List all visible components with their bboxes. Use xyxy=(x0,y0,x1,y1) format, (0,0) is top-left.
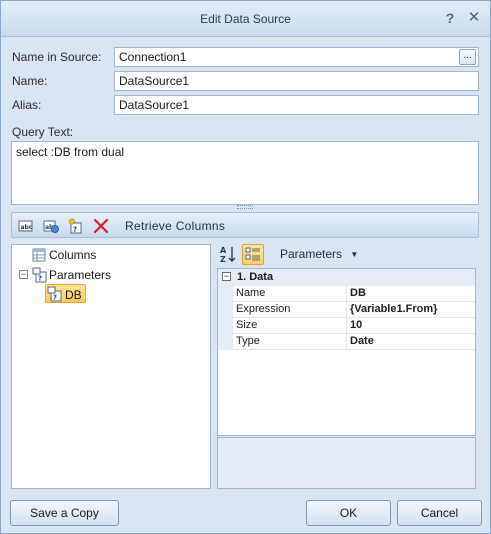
name-in-source-label: Name in Source: xyxy=(12,50,102,64)
property-name: Type xyxy=(233,334,347,350)
property-gutter xyxy=(218,318,233,334)
svg-text:Z: Z xyxy=(220,255,226,264)
property-name: Size xyxy=(233,318,347,334)
alias-field[interactable]: DataSource1 xyxy=(114,95,479,115)
name-field[interactable]: DataSource1 xyxy=(114,71,479,91)
query-text-area[interactable]: select :DB from dual xyxy=(11,141,479,205)
columns-toolbar: abc ab ? Retrieve Columns xyxy=(11,212,479,238)
cancel-button[interactable]: Cancel xyxy=(397,500,482,526)
sort-alphabetical-icon[interactable]: A Z xyxy=(217,244,239,265)
property-category-row[interactable]: − 1. Data xyxy=(218,269,475,286)
new-calc-column-icon[interactable]: ab xyxy=(43,218,59,234)
name-in-source-field[interactable]: Connection1 xyxy=(114,47,479,67)
category-label: 1. Data xyxy=(237,271,274,283)
tree-item-columns[interactable]: Columns xyxy=(49,248,96,262)
parameters-dropdown-label: Parameters xyxy=(280,247,343,261)
category-collapse-toggle[interactable]: − xyxy=(222,272,231,281)
query-text-label: Query Text: xyxy=(12,125,74,139)
property-value[interactable]: {Variable1.From} xyxy=(347,302,475,318)
parameter-icon: ? xyxy=(47,286,63,305)
new-column-icon[interactable]: abc xyxy=(18,218,34,234)
property-name: Name xyxy=(233,286,347,302)
save-a-copy-button[interactable]: Save a Copy xyxy=(10,500,119,526)
property-gutter xyxy=(218,302,233,318)
svg-text:?: ? xyxy=(73,226,77,234)
property-gutter xyxy=(218,286,233,302)
retrieve-columns-button[interactable]: Retrieve Columns xyxy=(125,219,225,233)
ok-button[interactable]: OK xyxy=(306,500,391,526)
property-value[interactable]: Date xyxy=(347,334,475,350)
edit-data-source-dialog: Edit Data Source ? ✕ Name in Source: Con… xyxy=(0,0,491,534)
property-name: Expression xyxy=(233,302,347,318)
svg-text:abc: abc xyxy=(21,224,33,231)
property-row[interactable]: Size 10 xyxy=(218,318,475,334)
parameters-dropdown[interactable]: Parameters ▼ xyxy=(280,247,358,261)
svg-text:?: ? xyxy=(53,294,57,302)
categorized-view-icon[interactable] xyxy=(242,244,264,265)
help-button[interactable]: ? xyxy=(442,10,458,26)
property-value[interactable]: 10 xyxy=(347,318,475,334)
new-parameter-icon[interactable]: ? xyxy=(68,218,84,234)
property-row[interactable]: Name DB xyxy=(218,286,475,302)
chevron-down-icon: ▼ xyxy=(350,250,359,259)
splitter-grip[interactable] xyxy=(237,205,253,209)
delete-icon[interactable] xyxy=(93,218,109,234)
dialog-title: Edit Data Source xyxy=(200,12,291,26)
name-label: Name: xyxy=(12,74,48,88)
svg-text:A: A xyxy=(220,246,227,255)
property-gutter xyxy=(218,334,233,350)
tree-item-db[interactable]: DB xyxy=(65,288,82,302)
close-button[interactable]: ✕ xyxy=(466,10,482,26)
property-description-panel xyxy=(217,437,476,489)
tree-item-parameters[interactable]: Parameters xyxy=(49,268,111,282)
property-grid: − 1. Data Name DB Expression {Variable1.… xyxy=(217,268,476,436)
alias-label: Alias: xyxy=(12,98,42,112)
svg-text:?: ? xyxy=(38,275,42,283)
columns-icon xyxy=(32,248,46,265)
property-row[interactable]: Expression {Variable1.From} xyxy=(218,302,475,318)
browse-connection-button[interactable]: ... xyxy=(459,49,476,65)
property-value[interactable]: DB xyxy=(347,286,475,302)
title-bar[interactable]: Edit Data Source ? ✕ xyxy=(1,1,490,37)
tree-collapse-toggle[interactable]: − xyxy=(19,270,28,279)
property-row[interactable]: Type Date xyxy=(218,334,475,350)
